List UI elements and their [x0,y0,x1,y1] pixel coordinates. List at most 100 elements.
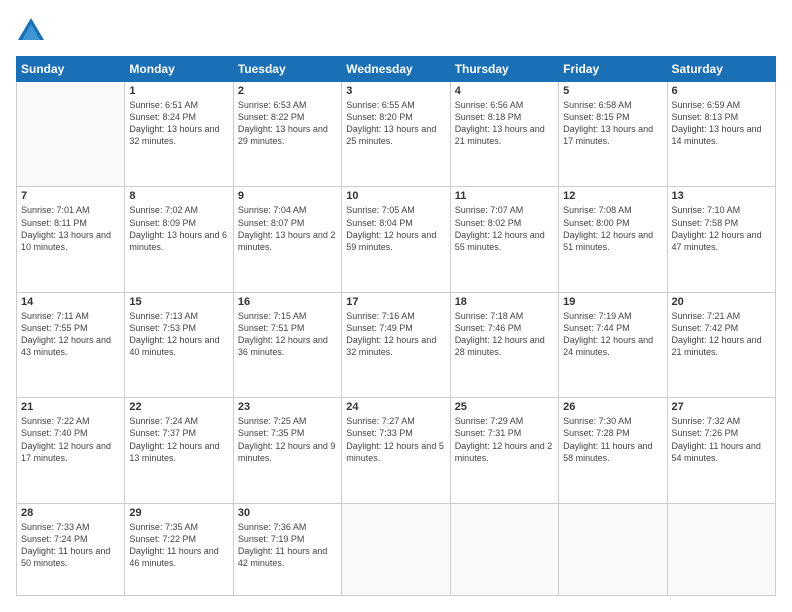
calendar-header-row: SundayMondayTuesdayWednesdayThursdayFrid… [17,57,776,82]
calendar-week-row: 14 Sunrise: 7:11 AM Sunset: 7:55 PM Dayli… [17,292,776,397]
calendar-cell [342,503,450,595]
day-number: 25 [455,401,554,413]
calendar-cell: 21 Sunrise: 7:22 AM Sunset: 7:40 PM Dayli… [17,398,125,503]
calendar-cell: 26 Sunrise: 7:30 AM Sunset: 7:28 PM Dayli… [559,398,667,503]
calendar-cell: 12 Sunrise: 7:08 AM Sunset: 8:00 PM Dayli… [559,187,667,292]
day-number: 20 [672,296,771,308]
calendar-cell [667,503,775,595]
cell-info: Sunrise: 6:51 AM Sunset: 8:24 PM Dayligh… [129,99,228,148]
calendar-cell: 5 Sunrise: 6:58 AM Sunset: 8:15 PM Daylig… [559,82,667,187]
header [16,16,776,46]
cell-info: Sunrise: 7:19 AM Sunset: 7:44 PM Dayligh… [563,310,662,359]
calendar-cell: 28Sunrise: 7:33 AM Sunset: 7:24 PM Dayli… [17,503,125,595]
calendar-cell [559,503,667,595]
cell-info: Sunrise: 7:29 AM Sunset: 7:31 PM Dayligh… [455,415,554,464]
calendar-cell: 13 Sunrise: 7:10 AM Sunset: 7:58 PM Dayli… [667,187,775,292]
day-number: 17 [346,296,445,308]
calendar-cell: 29 Sunrise: 7:35 AM Sunset: 7:22 PM Dayli… [125,503,233,595]
cell-info: Sunrise: 7:07 AM Sunset: 8:02 PM Dayligh… [455,204,554,253]
calendar-cell [17,82,125,187]
cell-info: Sunrise: 6:59 AM Sunset: 8:13 PM Dayligh… [672,99,771,148]
calendar-week-row: 1 Sunrise: 6:51 AM Sunset: 8:24 PM Daylig… [17,82,776,187]
cell-info: Sunrise: 6:56 AM Sunset: 8:18 PM Dayligh… [455,99,554,148]
calendar-cell: 2Sunrise: 6:53 AM Sunset: 8:22 PM Daylig… [233,82,341,187]
calendar-day-header: Saturday [667,57,775,82]
cell-info: Sunrise: 7:10 AM Sunset: 7:58 PM Dayligh… [672,204,771,253]
calendar-day-header: Monday [125,57,233,82]
calendar-cell: 25 Sunrise: 7:29 AM Sunset: 7:31 PM Dayli… [450,398,558,503]
calendar-week-row: 21 Sunrise: 7:22 AM Sunset: 7:40 PM Dayli… [17,398,776,503]
day-number: 29 [129,507,228,519]
calendar-cell: 30Sunrise: 7:36 AM Sunset: 7:19 PM Dayli… [233,503,341,595]
day-number: 12 [563,190,662,202]
day-number: 13 [672,190,771,202]
day-number: 9 [238,190,337,202]
day-number: 8 [129,190,228,202]
day-number: 10 [346,190,445,202]
cell-info: Sunrise: 6:53 AM Sunset: 8:22 PM Dayligh… [238,99,337,148]
calendar-cell: 3Sunrise: 6:55 AM Sunset: 8:20 PM Daylig… [342,82,450,187]
calendar-day-header: Friday [559,57,667,82]
cell-info: Sunrise: 7:30 AM Sunset: 7:28 PM Dayligh… [563,415,662,464]
cell-info: Sunrise: 7:18 AM Sunset: 7:46 PM Dayligh… [455,310,554,359]
calendar-cell: 19 Sunrise: 7:19 AM Sunset: 7:44 PM Dayli… [559,292,667,397]
calendar-cell: 8 Sunrise: 7:02 AM Sunset: 8:09 PM Daylig… [125,187,233,292]
calendar-day-header: Thursday [450,57,558,82]
day-number: 19 [563,296,662,308]
cell-info: Sunrise: 7:21 AM Sunset: 7:42 PM Dayligh… [672,310,771,359]
day-number: 23 [238,401,337,413]
calendar-cell: 18 Sunrise: 7:18 AM Sunset: 7:46 PM Dayli… [450,292,558,397]
day-number: 5 [563,85,662,97]
cell-info: Sunrise: 7:25 AM Sunset: 7:35 PM Dayligh… [238,415,337,464]
cell-info: Sunrise: 7:11 AM Sunset: 7:55 PM Dayligh… [21,310,120,359]
calendar-cell: 22 Sunrise: 7:24 AM Sunset: 7:37 PM Dayli… [125,398,233,503]
day-number: 16 [238,296,337,308]
cell-info: Sunrise: 7:16 AM Sunset: 7:49 PM Dayligh… [346,310,445,359]
day-number: 21 [21,401,120,413]
day-number: 1 [129,85,228,97]
calendar-cell: 11 Sunrise: 7:07 AM Sunset: 8:02 PM Dayli… [450,187,558,292]
cell-info: Sunrise: 6:58 AM Sunset: 8:15 PM Dayligh… [563,99,662,148]
page: SundayMondayTuesdayWednesdayThursdayFrid… [0,0,792,612]
day-number: 6 [672,85,771,97]
day-number: 14 [21,296,120,308]
day-number: 11 [455,190,554,202]
calendar-cell: 17 Sunrise: 7:16 AM Sunset: 7:49 PM Dayli… [342,292,450,397]
calendar-cell: 4Sunrise: 6:56 AM Sunset: 8:18 PM Daylig… [450,82,558,187]
cell-info: Sunrise: 7:05 AM Sunset: 8:04 PM Dayligh… [346,204,445,253]
calendar-cell: 24 Sunrise: 7:27 AM Sunset: 7:33 PM Dayli… [342,398,450,503]
day-number: 26 [563,401,662,413]
calendar-cell: 15 Sunrise: 7:13 AM Sunset: 7:53 PM Dayli… [125,292,233,397]
cell-info: Sunrise: 7:15 AM Sunset: 7:51 PM Dayligh… [238,310,337,359]
calendar-cell: 20 Sunrise: 7:21 AM Sunset: 7:42 PM Dayli… [667,292,775,397]
calendar-cell: 23 Sunrise: 7:25 AM Sunset: 7:35 PM Dayli… [233,398,341,503]
cell-info: Sunrise: 7:13 AM Sunset: 7:53 PM Dayligh… [129,310,228,359]
calendar-cell: 7Sunrise: 7:01 AM Sunset: 8:11 PM Daylig… [17,187,125,292]
cell-info: Sunrise: 7:27 AM Sunset: 7:33 PM Dayligh… [346,415,445,464]
calendar-cell: 14 Sunrise: 7:11 AM Sunset: 7:55 PM Dayli… [17,292,125,397]
day-number: 24 [346,401,445,413]
day-number: 22 [129,401,228,413]
cell-info: Sunrise: 7:08 AM Sunset: 8:00 PM Dayligh… [563,204,662,253]
calendar-cell: 27Sunrise: 7:32 AM Sunset: 7:26 PM Dayli… [667,398,775,503]
day-number: 15 [129,296,228,308]
calendar-cell: 16 Sunrise: 7:15 AM Sunset: 7:51 PM Dayli… [233,292,341,397]
calendar-day-header: Wednesday [342,57,450,82]
cell-info: Sunrise: 7:35 AM Sunset: 7:22 PM Dayligh… [129,521,228,570]
cell-info: Sunrise: 7:32 AM Sunset: 7:26 PM Dayligh… [672,415,771,464]
day-number: 3 [346,85,445,97]
calendar-week-row: 28Sunrise: 7:33 AM Sunset: 7:24 PM Dayli… [17,503,776,595]
cell-info: Sunrise: 7:04 AM Sunset: 8:07 PM Dayligh… [238,204,337,253]
cell-info: Sunrise: 7:24 AM Sunset: 7:37 PM Dayligh… [129,415,228,464]
calendar-cell [450,503,558,595]
calendar-table: SundayMondayTuesdayWednesdayThursdayFrid… [16,56,776,596]
calendar-cell: 9 Sunrise: 7:04 AM Sunset: 8:07 PM Daylig… [233,187,341,292]
cell-info: Sunrise: 7:01 AM Sunset: 8:11 PM Dayligh… [21,204,120,253]
calendar-cell: 10 Sunrise: 7:05 AM Sunset: 8:04 PM Dayli… [342,187,450,292]
cell-info: Sunrise: 7:22 AM Sunset: 7:40 PM Dayligh… [21,415,120,464]
calendar-day-header: Tuesday [233,57,341,82]
cell-info: Sunrise: 7:02 AM Sunset: 8:09 PM Dayligh… [129,204,228,253]
day-number: 18 [455,296,554,308]
calendar-cell: 6 Sunrise: 6:59 AM Sunset: 8:13 PM Daylig… [667,82,775,187]
cell-info: Sunrise: 7:33 AM Sunset: 7:24 PM Dayligh… [21,521,120,570]
